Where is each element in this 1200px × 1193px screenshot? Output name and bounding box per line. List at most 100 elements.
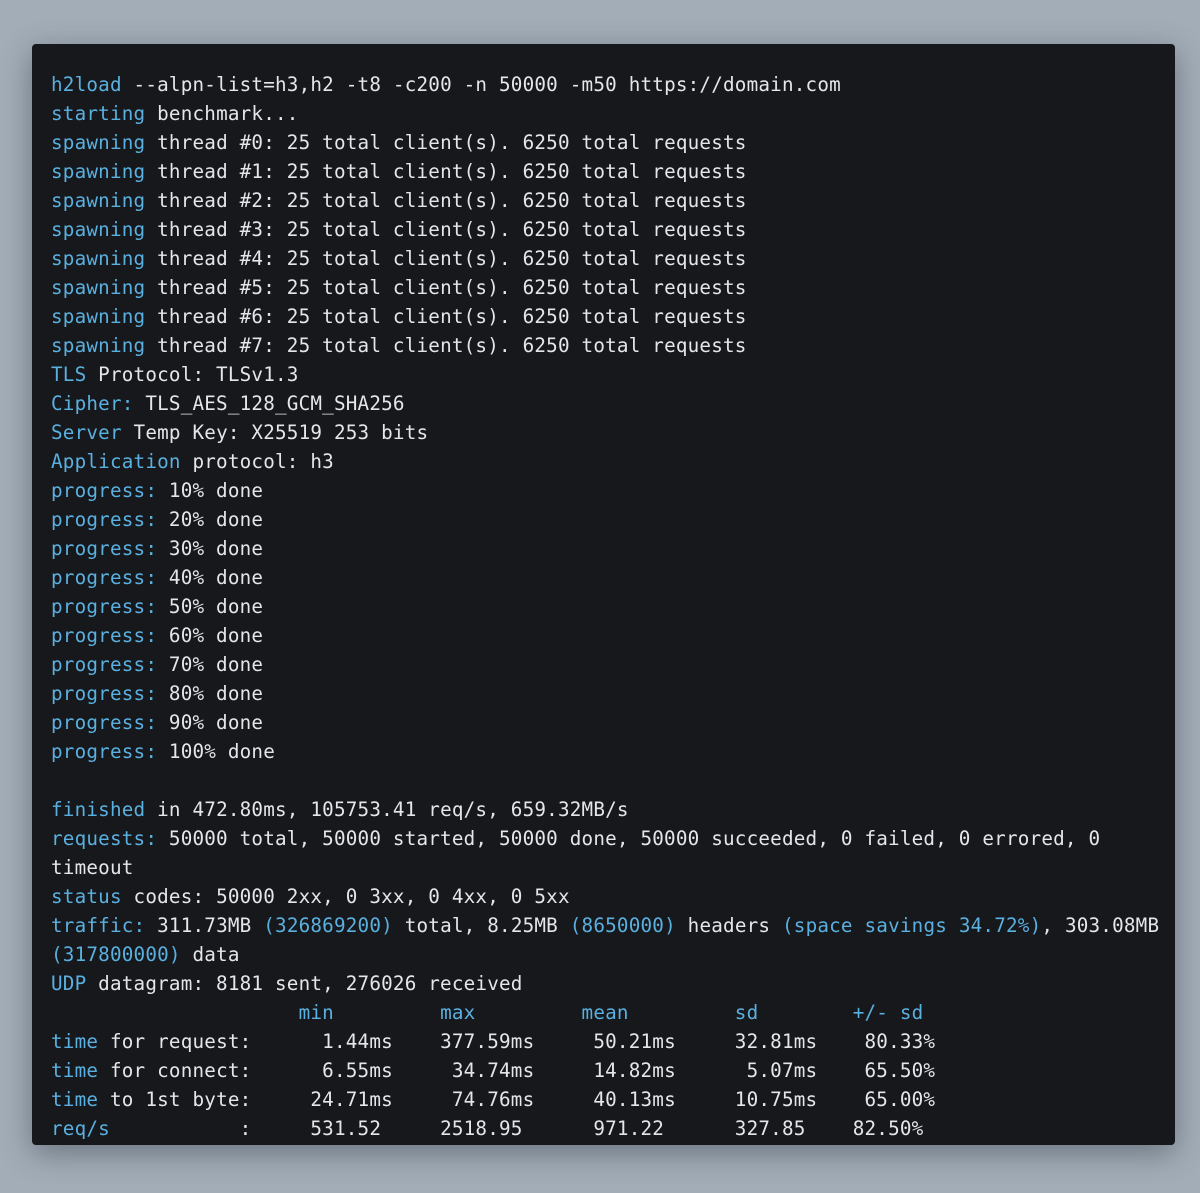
line-text: 10% done	[157, 479, 264, 502]
row-values: 1.44ms 377.59ms 50.21ms 32.81ms 80.33%	[275, 1030, 936, 1053]
progress-line: progress: 90% done	[51, 708, 1165, 737]
line-text: 90% done	[157, 711, 264, 734]
line-keyword: progress:	[51, 508, 158, 531]
line-text: total, 8.25MB	[392, 914, 570, 937]
status-codes-line: status codes: 50000 2xx, 0 3xx, 0 4xx, 0…	[51, 882, 1165, 911]
line-keyword: Cipher:	[51, 392, 134, 415]
line-keyword: progress:	[51, 624, 158, 647]
row-values: 6.55ms 34.74ms 14.82ms 5.07ms 65.50%	[275, 1059, 936, 1082]
line-text: thread #4: 25 total client(s). 6250 tota…	[145, 247, 747, 270]
line-keyword: status	[51, 885, 122, 908]
space-savings: (space savings 34.72%)	[781, 914, 1042, 937]
terminal-window: h2load --alpn-list=h3,h2 -t8 -c200 -n 50…	[32, 44, 1175, 1145]
line-keyword: Application	[51, 450, 181, 473]
line-text: protocol: h3	[180, 450, 334, 473]
line-text: 50% done	[157, 595, 264, 618]
line-text: datagram: 8181 sent, 276026 received	[86, 972, 523, 995]
stats-row: time for request: 1.44ms 377.59ms 50.21m…	[51, 1027, 1165, 1056]
line-text: TLS_AES_128_GCM_SHA256	[133, 392, 405, 415]
line-keyword: spawning	[51, 189, 146, 212]
line-keyword: spawning	[51, 334, 146, 357]
thread-line: spawning thread #1: 25 total client(s). …	[51, 157, 1165, 186]
line-keyword: spawning	[51, 218, 146, 241]
thread-line: spawning thread #5: 25 total client(s). …	[51, 273, 1165, 302]
server-key-line: Server Temp Key: X25519 253 bits	[51, 418, 1165, 447]
line-text: thread #2: 25 total client(s). 6250 tota…	[145, 189, 747, 212]
line-text: in 472.80ms, 105753.41 req/s, 659.32MB/s	[145, 798, 629, 821]
line-keyword: UDP	[51, 972, 87, 995]
tls-line: TLS Protocol: TLSv1.3	[51, 360, 1165, 389]
requests-line-wrap: timeout	[51, 853, 1165, 882]
progress-line: progress: 20% done	[51, 505, 1165, 534]
thread-line: spawning thread #0: 25 total client(s). …	[51, 128, 1165, 157]
line-keyword: progress:	[51, 566, 158, 589]
line-keyword: Server	[51, 421, 122, 444]
line-keyword: spawning	[51, 276, 146, 299]
line-text: 311.73MB	[145, 914, 264, 937]
line-text: Protocol: TLSv1.3	[86, 363, 299, 386]
line-text: 20% done	[157, 508, 264, 531]
line-text: 100% done	[157, 740, 276, 763]
line-text: thread #7: 25 total client(s). 6250 tota…	[145, 334, 747, 357]
command-args: --alpn-list=h3,h2 -t8 -c200 -n 50000 -m5…	[121, 73, 841, 96]
thread-line: spawning thread #2: 25 total client(s). …	[51, 186, 1165, 215]
stats-headers: min max mean sd +/- sd	[298, 1001, 924, 1024]
command-name: h2load	[51, 73, 122, 96]
stats-row: time for connect: 6.55ms 34.74ms 14.82ms…	[51, 1056, 1165, 1085]
line-keyword: traffic:	[51, 914, 146, 937]
line-keyword: requests:	[51, 827, 158, 850]
thread-line: spawning thread #3: 25 total client(s). …	[51, 215, 1165, 244]
traffic-header-bytes: (8650000)	[569, 914, 676, 937]
traffic-line-wrap: (317800000) data	[51, 940, 1165, 969]
line-text: 40% done	[157, 566, 264, 589]
output-line: starting benchmark...	[51, 99, 1165, 128]
line-text: thread #3: 25 total client(s). 6250 tota…	[145, 218, 747, 241]
progress-line: progress: 100% done	[51, 737, 1165, 766]
line-text: benchmark...	[145, 102, 299, 125]
line-text: Temp Key: X25519 253 bits	[121, 421, 429, 444]
line-keyword: progress:	[51, 682, 158, 705]
line-text: data	[180, 943, 240, 966]
thread-line: spawning thread #4: 25 total client(s). …	[51, 244, 1165, 273]
row-keyword: req/s	[51, 1117, 110, 1140]
line-text: 30% done	[157, 537, 264, 560]
line-text: thread #1: 25 total client(s). 6250 tota…	[145, 160, 747, 183]
line-keyword: progress:	[51, 711, 158, 734]
line-keyword: progress:	[51, 653, 158, 676]
line-keyword: spawning	[51, 160, 146, 183]
line-keyword: progress:	[51, 595, 158, 618]
line-text: headers	[675, 914, 782, 937]
row-values: 24.71ms 74.76ms 40.13ms 10.75ms 65.00%	[275, 1088, 936, 1111]
line-keyword: spawning	[51, 305, 146, 328]
progress-line: progress: 80% done	[51, 679, 1165, 708]
row-label: for request:	[98, 1030, 276, 1053]
thread-line: spawning thread #6: 25 total client(s). …	[51, 302, 1165, 331]
row-label: for connect:	[98, 1059, 276, 1082]
row-keyword: time	[51, 1088, 99, 1111]
row-values: 531.52 2518.95 971.22 327.85 82.50%	[275, 1117, 924, 1140]
line-keyword: progress:	[51, 479, 158, 502]
line-keyword: progress:	[51, 537, 158, 560]
progress-line: progress: 40% done	[51, 563, 1165, 592]
line-text: codes: 50000 2xx, 0 3xx, 0 4xx, 0 5xx	[121, 885, 570, 908]
requests-line: requests: 50000 total, 50000 started, 50…	[51, 824, 1165, 853]
row-keyword: time	[51, 1030, 99, 1053]
line-keyword: TLS	[51, 363, 87, 386]
progress-line: progress: 70% done	[51, 650, 1165, 679]
finished-line: finished in 472.80ms, 105753.41 req/s, 6…	[51, 795, 1165, 824]
line-keyword: spawning	[51, 247, 146, 270]
row-keyword: time	[51, 1059, 99, 1082]
line-keyword: finished	[51, 798, 146, 821]
line-text: thread #0: 25 total client(s). 6250 tota…	[145, 131, 747, 154]
line-keyword: spawning	[51, 131, 146, 154]
progress-line: progress: 50% done	[51, 592, 1165, 621]
traffic-data-bytes: (317800000)	[51, 943, 181, 966]
line-text: timeout	[51, 856, 134, 879]
progress-line: progress: 10% done	[51, 476, 1165, 505]
command-line: h2load --alpn-list=h3,h2 -t8 -c200 -n 50…	[51, 70, 1165, 99]
app-protocol-line: Application protocol: h3	[51, 447, 1165, 476]
traffic-total-bytes: (326869200)	[263, 914, 393, 937]
progress-line: progress: 30% done	[51, 534, 1165, 563]
